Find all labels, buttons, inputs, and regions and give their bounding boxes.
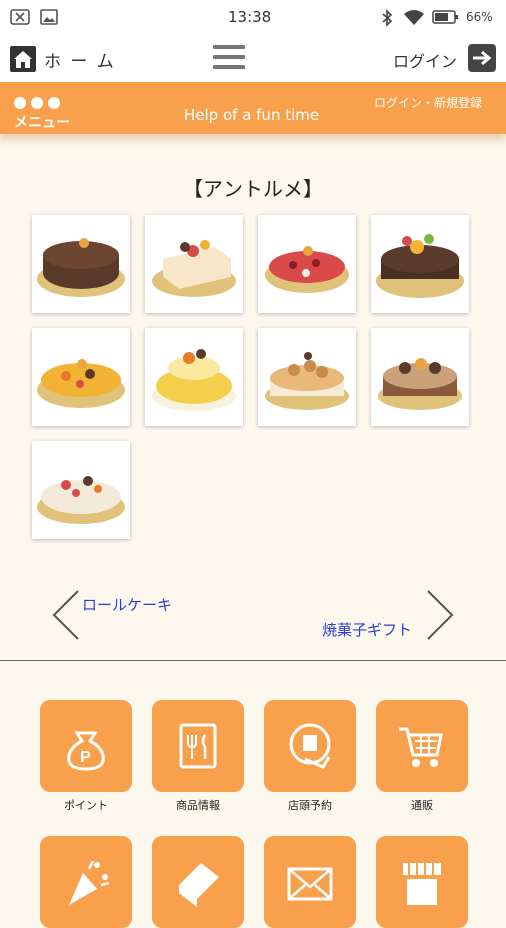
page-title: 【アントルメ】 bbox=[183, 177, 323, 201]
divider bbox=[0, 660, 506, 661]
product-thumb-7[interactable] bbox=[258, 328, 356, 426]
reservation-icon bbox=[289, 723, 331, 769]
tile-mail[interactable] bbox=[264, 836, 356, 928]
svg-text:P: P bbox=[80, 749, 91, 766]
product-thumb-4[interactable] bbox=[371, 215, 469, 313]
next-category-link[interactable]: 焼菓子ギフト bbox=[322, 619, 412, 640]
cake-image bbox=[37, 238, 125, 297]
tile-reservation[interactable] bbox=[264, 700, 356, 792]
product-thumb-5[interactable] bbox=[32, 328, 130, 426]
tile-label-shop-online: 通販 bbox=[411, 799, 433, 812]
chevron-right-icon[interactable] bbox=[424, 589, 456, 641]
cake-image bbox=[152, 240, 236, 297]
tile-label-point: ポイント bbox=[64, 799, 108, 812]
cake-image bbox=[37, 476, 125, 524]
login-arrow-icon[interactable] bbox=[468, 44, 496, 72]
product-thumb-8[interactable] bbox=[371, 328, 469, 426]
tile-store[interactable] bbox=[376, 836, 468, 928]
tile-book[interactable] bbox=[152, 836, 244, 928]
shop-icon bbox=[403, 863, 441, 905]
tile-label-reservation: 店頭予約 bbox=[288, 799, 332, 812]
book-icon bbox=[179, 863, 219, 907]
product-thumb-1[interactable] bbox=[32, 215, 130, 313]
point-bag-icon: P bbox=[67, 731, 105, 771]
top-nav: ホ ー ム ログイン bbox=[0, 36, 506, 82]
home-icon[interactable] bbox=[10, 46, 36, 72]
clock: 13:38 bbox=[228, 8, 272, 26]
cake-image bbox=[37, 359, 125, 408]
party-popper-icon bbox=[69, 860, 110, 905]
close-box-icon bbox=[10, 9, 30, 25]
bluetooth-icon bbox=[382, 9, 393, 27]
cake-image bbox=[265, 352, 349, 410]
tagline: Help of a fun time bbox=[184, 106, 320, 124]
image-icon bbox=[40, 9, 58, 25]
tile-event[interactable] bbox=[40, 836, 132, 928]
product-thumb-3[interactable] bbox=[258, 215, 356, 313]
status-bar: 13:38 66% bbox=[0, 0, 506, 36]
prev-category-link[interactable]: ロールケーキ bbox=[82, 594, 172, 615]
cake-image bbox=[378, 358, 462, 410]
home-link[interactable]: ホ ー ム bbox=[44, 47, 116, 72]
tile-label-product-info: 商品情報 bbox=[176, 799, 220, 812]
tile-shop-online[interactable] bbox=[376, 700, 468, 792]
cart-icon bbox=[399, 727, 443, 767]
battery-percent: 66% bbox=[466, 10, 493, 24]
wifi-icon bbox=[404, 10, 424, 25]
product-thumb-2[interactable] bbox=[145, 215, 243, 313]
register-link[interactable]: ログイン・新規登録 bbox=[374, 94, 482, 111]
tile-product-info[interactable] bbox=[152, 700, 244, 792]
menu-button[interactable]: メニュー bbox=[14, 112, 70, 132]
hamburger-menu-icon[interactable] bbox=[213, 45, 245, 73]
mail-icon bbox=[287, 867, 333, 901]
login-link[interactable]: ログイン bbox=[393, 48, 457, 72]
menu-book-icon bbox=[179, 723, 217, 769]
header-bar: メニュー Help of a fun time ログイン・新規登録 bbox=[0, 82, 506, 134]
cake-image bbox=[376, 234, 464, 298]
cake-image bbox=[152, 349, 236, 411]
chevron-left-icon[interactable] bbox=[50, 589, 82, 641]
tile-point[interactable]: P bbox=[40, 700, 132, 792]
menu-dots-icon[interactable] bbox=[14, 94, 65, 113]
product-thumb-9[interactable] bbox=[32, 441, 130, 539]
product-thumb-6[interactable] bbox=[145, 328, 243, 426]
cake-image bbox=[265, 246, 349, 293]
battery-icon bbox=[432, 10, 458, 24]
